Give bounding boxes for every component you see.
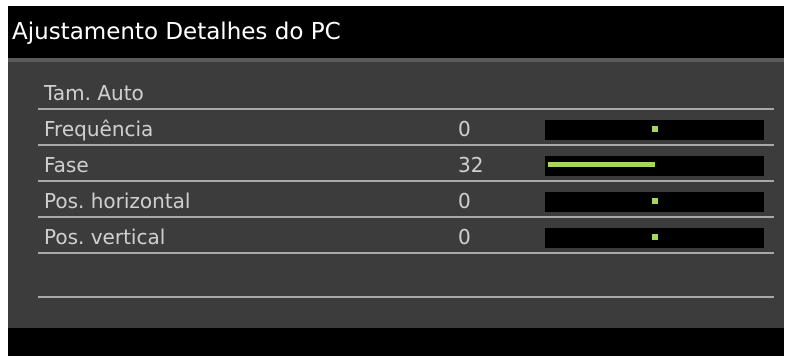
phase-value: 32 — [458, 153, 484, 177]
row-divider — [38, 252, 774, 254]
row-divider — [38, 216, 774, 218]
slider-indicator — [652, 198, 658, 204]
menu-item-label: Tam. Auto — [44, 81, 144, 105]
menu-item-vertical-position[interactable]: Pos. vertical 0 — [38, 220, 774, 254]
slider-indicator — [652, 234, 658, 240]
pc-detail-adjustment-menu: Ajustamento Detalhes do PC Tam. Auto Fre… — [8, 6, 784, 356]
phase-slider[interactable] — [545, 156, 764, 176]
empty-row-divider — [38, 296, 774, 298]
frequency-slider[interactable] — [545, 120, 764, 140]
menu-item-phase[interactable]: Fase 32 — [38, 148, 774, 182]
vertical-position-slider[interactable] — [545, 228, 764, 248]
frequency-value: 0 — [458, 117, 471, 141]
slider-fill-bar — [548, 162, 655, 167]
menu-item-label: Pos. horizontal — [44, 189, 191, 213]
menu-title: Ajustamento Detalhes do PC — [8, 6, 784, 58]
menu-item-label: Frequência — [44, 117, 154, 141]
menu-item-label: Fase — [44, 153, 89, 177]
horizontal-position-value: 0 — [458, 189, 471, 213]
row-divider — [38, 108, 774, 110]
row-divider — [38, 144, 774, 146]
vertical-position-value: 0 — [458, 225, 471, 249]
horizontal-position-slider[interactable] — [545, 192, 764, 212]
menu-item-auto-size[interactable]: Tam. Auto — [38, 76, 774, 110]
menu-panel: Tam. Auto Frequência 0 Fase 32 Pos. hori… — [8, 62, 784, 328]
menu-item-label: Pos. vertical — [44, 225, 166, 249]
menu-item-horizontal-position[interactable]: Pos. horizontal 0 — [38, 184, 774, 218]
slider-indicator — [652, 126, 658, 132]
menu-footer — [8, 328, 784, 356]
row-divider — [38, 180, 774, 182]
menu-item-frequency[interactable]: Frequência 0 — [38, 112, 774, 146]
